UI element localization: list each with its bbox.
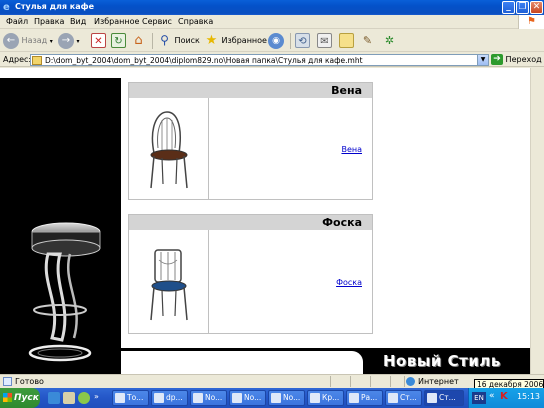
close-button[interactable]: ✕ xyxy=(530,1,543,14)
brand-logo: Новый Стиль xyxy=(383,352,501,370)
media-button[interactable]: ◉ xyxy=(268,32,284,50)
back-arrow-icon: ← xyxy=(3,32,19,49)
favorites-button[interactable]: ★ Избранное xyxy=(204,32,267,50)
clock[interactable]: 15:13 xyxy=(517,392,540,401)
product-name: Вена xyxy=(331,84,362,97)
stop-button[interactable]: ✕ xyxy=(91,32,106,50)
refresh-icon: ↻ xyxy=(111,33,126,48)
star-icon: ★ xyxy=(205,33,218,48)
taskbar-item-active[interactable]: Ст... xyxy=(424,390,464,406)
chevron-down-icon: ▾ xyxy=(49,38,53,45)
menu-help[interactable]: Справка xyxy=(178,17,213,26)
zone-text: Интернет xyxy=(418,377,459,386)
home-icon: ⌂ xyxy=(134,33,143,48)
chevron-down-icon: ▾ xyxy=(76,38,80,45)
forward-arrow-icon: → xyxy=(58,32,74,49)
window-title: Стулья для кафе xyxy=(15,2,94,11)
menu-view[interactable]: Вид xyxy=(70,17,86,26)
chair-image-foska xyxy=(129,230,209,333)
messenger-icon: ✲ xyxy=(384,34,395,47)
taskbar-item[interactable]: dp... xyxy=(151,390,188,406)
home-button[interactable]: ⌂ xyxy=(131,32,146,50)
mail-icon: ✉ xyxy=(317,33,332,48)
messenger-button[interactable]: ✲ xyxy=(382,32,397,50)
mail-button[interactable]: ✉ xyxy=(317,32,332,50)
internet-zone-icon xyxy=(406,377,415,386)
menu-tools[interactable]: Сервис xyxy=(142,17,172,26)
go-arrow-icon: ➔ xyxy=(491,54,503,65)
search-icon: ⚲ xyxy=(160,33,169,47)
toolbar: ← Назад ▾ → ▾ ✕ ↻ ⌂ ⚲ Поиск ★ Избранное … xyxy=(0,30,544,52)
product-card-foska: Фоска Фоска xyxy=(128,214,373,334)
address-url: D:\dom_byt_2004\dom_byt_2004\diplom829.n… xyxy=(45,56,363,65)
windows-logo-icon: ⚑ xyxy=(518,15,544,29)
product-link-foska[interactable]: Фоска xyxy=(336,278,362,287)
ie-quicklaunch-icon[interactable] xyxy=(48,392,60,404)
menu-file[interactable]: Файл xyxy=(6,17,28,26)
menu-favorites[interactable]: Избранное xyxy=(94,17,139,26)
taskbar-item[interactable]: Ст... xyxy=(385,390,422,406)
chair-image-vena xyxy=(129,98,209,199)
vertical-scrollbar[interactable] xyxy=(530,68,544,374)
edit-button[interactable]: ✎ xyxy=(360,32,375,50)
page-icon xyxy=(32,56,42,65)
menu-bar: Файл Правка Вид Избранное Сервис Справка… xyxy=(0,15,544,29)
status-bar: Готово Интернет xyxy=(0,374,544,387)
taskbar-item[interactable]: Ра... xyxy=(346,390,383,406)
go-button[interactable]: ➔ Переход xyxy=(491,54,542,65)
history-icon: ⟲ xyxy=(295,33,310,48)
product-name: Фоска xyxy=(322,216,362,229)
system-tray: EN « K 15:13 xyxy=(468,388,544,408)
product-header: Вена xyxy=(129,83,372,98)
search-button[interactable]: ⚲ Поиск xyxy=(157,32,200,50)
forward-button[interactable]: → ▾ xyxy=(58,32,80,50)
page-status-icon xyxy=(3,377,12,386)
edit-icon: ✎ xyxy=(362,34,373,47)
address-bar: Адрес: D:\dom_byt_2004\dom_byt_2004\dipl… xyxy=(0,53,544,67)
address-input[interactable]: D:\dom_byt_2004\dom_byt_2004\diplom829.n… xyxy=(30,54,489,66)
title-bar: e Стулья для кафе _ ❐ ✕ xyxy=(0,0,544,15)
stop-icon: ✕ xyxy=(91,33,106,48)
chevron-right-icon[interactable]: » xyxy=(94,392,99,401)
taskbar-item[interactable]: No... xyxy=(229,390,266,406)
desktop-quicklaunch-icon[interactable] xyxy=(63,392,75,404)
media-icon: ◉ xyxy=(268,32,284,49)
start-button[interactable]: Пуск xyxy=(0,388,40,408)
page-content: Новый Стиль Вена Вена Фоска Фоска xyxy=(0,68,530,374)
maximize-button[interactable]: ❐ xyxy=(516,1,529,14)
status-text: Готово xyxy=(15,377,44,386)
ie-icon: e xyxy=(3,2,10,13)
stool-image xyxy=(0,78,121,374)
taskbar-item[interactable]: No... xyxy=(268,390,305,406)
windows-flag-icon xyxy=(3,393,12,402)
history-button[interactable]: ⟲ xyxy=(295,32,310,50)
back-button[interactable]: ← Назад ▾ xyxy=(3,32,53,50)
product-link-vena[interactable]: Вена xyxy=(341,145,362,154)
refresh-button[interactable]: ↻ xyxy=(111,32,126,50)
print-button[interactable] xyxy=(339,32,354,50)
minimize-button[interactable]: _ xyxy=(502,1,515,14)
taskbar: Пуск » То... dp... No... No... No... Кр.… xyxy=(0,388,544,408)
product-header: Фоска xyxy=(129,215,372,230)
menu-edit[interactable]: Правка xyxy=(34,17,64,26)
product-card-vena: Вена Вена xyxy=(128,82,373,200)
taskbar-item[interactable]: То... xyxy=(112,390,149,406)
taskbar-item[interactable]: Кр... xyxy=(307,390,344,406)
taskbar-item[interactable]: No... xyxy=(190,390,227,406)
antivirus-icon[interactable]: K xyxy=(500,391,508,402)
media-quicklaunch-icon[interactable] xyxy=(78,392,90,404)
address-dropdown[interactable]: ▼ xyxy=(477,55,488,65)
notes-icon xyxy=(339,33,354,48)
brand-bar: Новый Стиль xyxy=(121,348,530,374)
language-indicator[interactable]: EN xyxy=(472,392,486,404)
address-label: Адрес: xyxy=(3,55,32,64)
tray-arrow-icon[interactable]: « xyxy=(489,391,495,401)
